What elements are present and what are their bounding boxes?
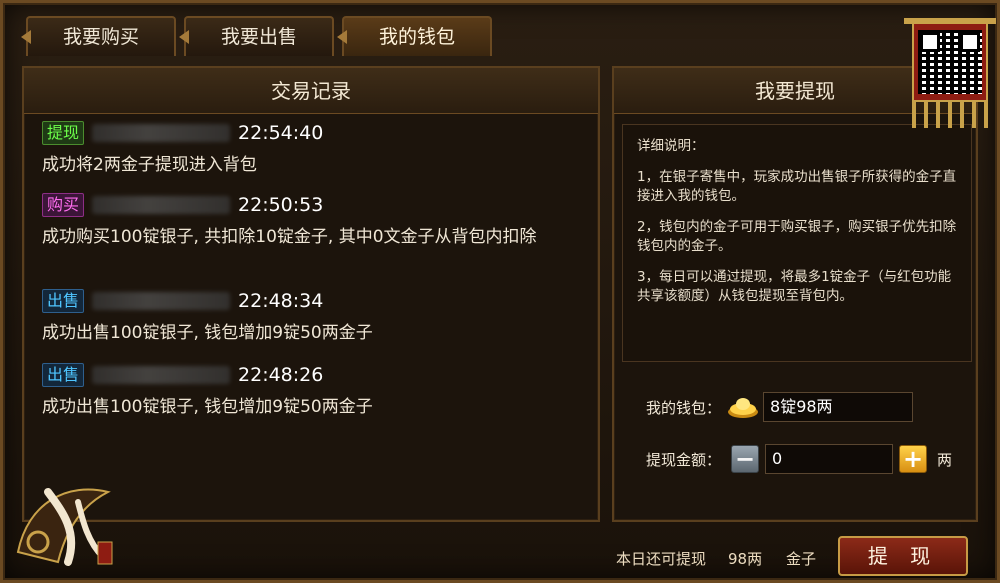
record-description: 成功购买100锭银子, 共扣除10锭金子, 其中0文金子从背包内扣除 [42,227,537,247]
plus-icon: + [902,445,924,473]
blurred-date [92,124,231,142]
list-item: 提现 22:54:40 成功将2两金子提现进入背包 [42,120,562,177]
record-time: 22:48:34 [238,290,324,312]
record-time: 22:54:40 [238,122,324,144]
daily-limit-label: 本日还可提现 [616,550,707,568]
list-item: 出售 22:48:26 成功出售100锭银子, 钱包增加9锭50两金子 [42,362,562,419]
amount-input[interactable]: 0 [765,444,894,474]
status-badge: 提现 [42,121,85,145]
list-item: 购买 22:50:53 成功购买100锭银子, 共扣除10锭金子, 其中0文金子… [42,192,562,249]
panel-title: 交易记录 [24,68,598,114]
tab-bar: 我要购买 我要出售 我的钱包 [26,16,492,56]
status-badge: 出售 [42,289,85,313]
status-badge: 购买 [42,193,85,217]
details-item: 1，在银子寄售中，玩家成功出售银子所获得的金子直接进入我的钱包。 [637,169,957,204]
qr-code-icon [918,30,982,94]
record-description: 成功出售100锭银子, 钱包增加9锭50两金子 [42,323,373,343]
details-item: 3，每日可以通过提现，将最多1锭金子（与红包功能共享该额度）从钱包提现至背包内。 [637,269,952,304]
blurred-date [92,292,231,310]
status-badge: 出售 [42,363,85,387]
wallet-value: 8锭98两 [763,392,914,422]
list-item: 出售 22:48:34 成功出售100锭银子, 钱包增加9锭50两金子 [42,288,562,345]
minus-button[interactable]: − [731,445,760,473]
record-description: 成功出售100锭银子, 钱包增加9锭50两金子 [42,397,373,417]
transaction-records-panel: 交易记录 提现 22:54:40 成功将2两金子提现进入背包 购买 22:50:… [22,66,600,522]
daily-limit-value: 98两 [728,550,763,568]
wallet-row: 我的钱包： 8锭98两 [646,392,914,422]
wallet-label: 我的钱包： [646,398,722,417]
amount-label: 提现金额： [646,450,722,469]
daily-limit-unit: 金子 [786,550,817,568]
gold-ingot-icon [727,394,759,420]
tab-wallet[interactable]: 我的钱包 [342,16,492,56]
details-item: 2，钱包内的金子可用于购买银子，购买银子优先扣除钱包内的金子。 [637,219,957,254]
amount-row: 提现金额： − 0 + 两 [646,444,952,474]
blurred-date [92,366,231,384]
tab-buy[interactable]: 我要购买 [26,16,176,56]
tab-sell[interactable]: 我要出售 [184,16,334,56]
minus-icon: − [734,445,756,473]
record-time: 22:50:53 [238,194,324,216]
game-logo [8,462,128,576]
details-box: 详细说明： 1，在银子寄售中，玩家成功出售银子所获得的金子直接进入我的钱包。 2… [622,124,972,362]
withdraw-button[interactable]: 提 现 [838,536,968,576]
blurred-date [92,196,231,214]
record-time: 22:48:26 [238,364,324,386]
plus-button[interactable]: + [899,445,928,473]
details-heading: 详细说明： [637,138,705,154]
record-description: 成功将2两金子提现进入背包 [42,155,257,175]
amount-unit: 两 [937,450,953,469]
qr-banner[interactable] [904,0,996,130]
